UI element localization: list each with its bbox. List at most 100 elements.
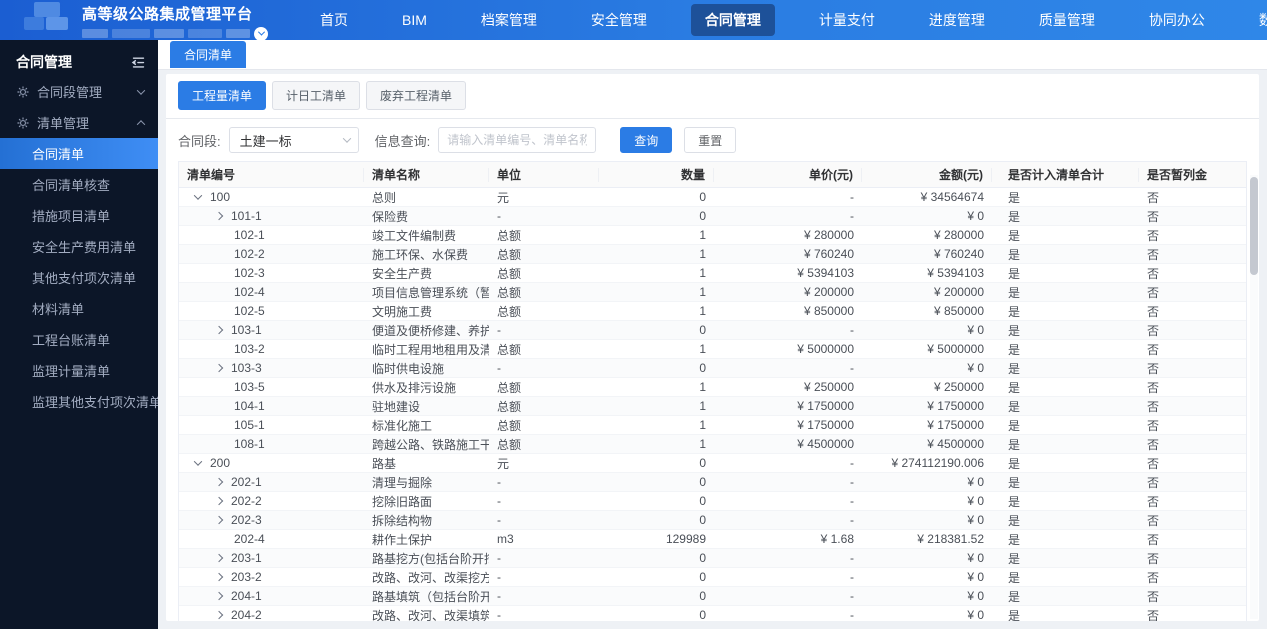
row-expander-icon[interactable] (214, 211, 224, 221)
row-expander-icon[interactable] (193, 457, 203, 466)
query-input[interactable] (438, 127, 597, 153)
nav-item-2[interactable]: 档案管理 (471, 5, 547, 35)
sidebar-item-1-4[interactable]: 其他支付项次清单 (0, 262, 158, 293)
table-row[interactable]: 102-1 竣工文件编制费 总额 1 ¥ 280000 ¥ 280000 是 否 (179, 226, 1246, 245)
table-row[interactable]: 108-1 跨越公路、铁路施工干... 总额 1 ¥ 4500000 ¥ 4500000 是… (179, 435, 1246, 454)
cell-name: 供水及排污设施 (372, 380, 457, 395)
sidebar-item-1-0[interactable]: 合同清单 (0, 138, 158, 169)
table-row[interactable]: 202-1 清理与掘除 - 0 - ¥ 0 是 否 (179, 473, 1246, 492)
table-row[interactable]: 203-1 路基挖方(包括台阶开挖) -0- ¥ 0是否 (179, 549, 1246, 568)
nav-item-3[interactable]: 安全管理 (581, 5, 657, 35)
cell-unit-price: ¥ 5394103 (797, 266, 854, 280)
select-chevron-icon (342, 134, 351, 143)
table-row[interactable]: 102-2 施工环保、水保费 总额 1 ¥ 760240 ¥ 760240 是 否 (179, 245, 1246, 264)
sidebar-item-1-6[interactable]: 工程台账清单 (0, 324, 158, 355)
row-expander-icon[interactable] (214, 477, 224, 487)
row-expander-icon[interactable] (214, 553, 224, 563)
code-text: 103-3 (231, 361, 262, 375)
cell-unit: 总额 (497, 399, 522, 414)
nav-item-0[interactable]: 首页 (310, 5, 358, 35)
row-expander-icon[interactable] (214, 610, 224, 620)
table-row[interactable]: 101-1 保险费 - 0 - ¥ 0 是 否 (179, 207, 1246, 226)
code-text: 102-4 (234, 285, 265, 299)
cell-name: 拆除结构物 (372, 513, 433, 528)
sidebar-item-1-1[interactable]: 合同清单核查 (0, 169, 158, 200)
subtab-0[interactable]: 工程量清单 (178, 81, 267, 110)
table-row[interactable]: 105-1 标准化施工 总额 1 ¥ 1750000 ¥ 1750000 是 否 (179, 416, 1246, 435)
row-expander-icon[interactable] (214, 591, 224, 601)
content-card: 工程量清单计日工清单废弃工程清单 合同段: 土建一标 信息查询: 查询 重置 清… (166, 74, 1259, 621)
nav-item-9[interactable]: 数据看板 (1249, 5, 1267, 35)
cell-code: 100 (179, 190, 364, 204)
cell-included-in-total: 是 (1008, 266, 1021, 281)
sidebar-group-0[interactable]: 合同段管理 (0, 76, 158, 107)
table-row[interactable]: 102-4 项目信息管理系统（暂... 总额 1 ¥ 200000 ¥ 200000 是 否 (179, 283, 1246, 302)
cell-included-in-total: 是 (1008, 437, 1021, 452)
cell-name: 文明施工费 (372, 304, 433, 319)
table-row[interactable]: 102-3 安全生产费 总额 1 ¥ 5394103 ¥ 5394103 是 否 (179, 264, 1246, 283)
table-row[interactable]: 203-2改路、改河、改渠挖方(...-0-¥ 0是否 (179, 568, 1246, 587)
table-row[interactable]: 202-4 耕作土保护 m3 129989 ¥ 1.68 ¥ 218381.52 是 否 (179, 530, 1246, 549)
nav-item-6[interactable]: 进度管理 (919, 5, 995, 35)
cell-unit: 总额 (497, 247, 522, 262)
cell-provisional-sum: 否 (1147, 361, 1160, 376)
sidebar-item-1-7[interactable]: 监理计量清单 (0, 355, 158, 386)
cell-included-in-total: 是 (1008, 570, 1021, 585)
column-header-2: 单位 (489, 167, 599, 182)
table-row[interactable]: 104-1 驻地建设 总额 1 ¥ 1750000 ¥ 1750000 是 否 (179, 397, 1246, 416)
nav-item-7[interactable]: 质量管理 (1029, 5, 1105, 35)
table-row[interactable]: 202-3 拆除结构物 - 0 - ¥ 0 是 否 (179, 511, 1246, 530)
row-expander-icon[interactable] (214, 325, 224, 335)
row-expander-icon[interactable] (214, 363, 224, 373)
sidebar-collapse-icon[interactable] (131, 55, 146, 70)
table-row[interactable]: 103-2 临时工程用地租用及清... 总额 1 ¥ 5000000 ¥ 5000000 是… (179, 340, 1246, 359)
table-row[interactable]: 204-1路基填筑（包括台阶开...-0-¥ 0是否 (179, 587, 1246, 606)
column-header-1: 清单名称 (364, 167, 489, 182)
table-row[interactable]: 204-2改路、改河、改渠填筑(...-0-¥ 0是否 (179, 606, 1246, 621)
project-switcher-chevron-icon[interactable] (254, 26, 268, 41)
code-text: 103-2 (234, 342, 265, 356)
cell-unit: 总额 (497, 266, 522, 281)
nav-item-1[interactable]: BIM (392, 7, 437, 33)
sidebar-group-label: 清单管理 (37, 116, 90, 131)
table-row[interactable]: 103-5 供水及排污设施 总额 1 ¥ 250000 ¥ 250000 是 否 (179, 378, 1246, 397)
nav-item-5[interactable]: 计量支付 (809, 5, 885, 35)
sidebar-item-1-2[interactable]: 措施项目清单 (0, 200, 158, 231)
vertical-scrollbar[interactable] (1250, 177, 1258, 275)
project-switcher[interactable] (82, 26, 268, 41)
row-expander-icon[interactable] (214, 515, 224, 525)
sidebar-item-1-3[interactable]: 安全生产费用清单 (0, 231, 158, 262)
nav-item-4[interactable]: 合同管理 (690, 4, 775, 36)
subtab-1[interactable]: 计日工清单 (272, 81, 361, 110)
sidebar-group-1[interactable]: 清单管理 (0, 107, 158, 138)
search-button[interactable]: 查询 (620, 127, 673, 153)
table-row[interactable]: 200 路基 元 0 - ¥ 274112190.006 是 否 (179, 454, 1246, 473)
cell-included-in-total: 是 (1008, 532, 1021, 547)
sidebar-item-1-5[interactable]: 材料清单 (0, 293, 158, 324)
column-header-5: 金额(元) (862, 167, 992, 182)
sidebar-item-1-8[interactable]: 监理其他支付项次清单 (0, 386, 162, 417)
table-row[interactable]: 202-2 挖除旧路面 - 0 - ¥ 0 是 否 (179, 492, 1246, 511)
cell-quantity: 0 (699, 494, 706, 508)
row-expander-icon[interactable] (193, 191, 203, 200)
cell-quantity: 1 (699, 285, 706, 299)
page-tab-contract-list[interactable]: 合同清单 (170, 41, 247, 68)
cell-included-in-total: 是 (1008, 209, 1021, 224)
cell-unit-price: - (850, 475, 854, 489)
table-row[interactable]: 100 总则 元 0 - ¥ 34564674 是 否 (179, 188, 1246, 207)
reset-button[interactable]: 重置 (684, 127, 737, 153)
table-row[interactable]: 102-5 文明施工费 总额 1 ¥ 850000 ¥ 850000 是 否 (179, 302, 1246, 321)
cell-amount: ¥ 0 (967, 361, 984, 375)
section-select[interactable]: 土建一标 (228, 127, 359, 153)
row-expander-icon[interactable] (214, 496, 224, 506)
cell-unit-price: ¥ 1750000 (797, 399, 854, 413)
row-expander-icon[interactable] (214, 572, 224, 582)
nav-item-8[interactable]: 协同办公 (1139, 5, 1215, 35)
cell-amount: ¥ 760240 (933, 247, 984, 261)
subtab-2[interactable]: 废弃工程清单 (366, 81, 467, 110)
table-row[interactable]: 103-3 临时供电设施 - 0 - ¥ 0 是 否 (179, 359, 1246, 378)
cell-provisional-sum: 否 (1147, 380, 1160, 395)
table-row[interactable]: 103-1便道及便桥修建、养护...-0-¥ 0是否 (179, 321, 1246, 340)
cell-unit-price: - (850, 570, 854, 584)
cell-provisional-sum: 否 (1147, 608, 1160, 622)
